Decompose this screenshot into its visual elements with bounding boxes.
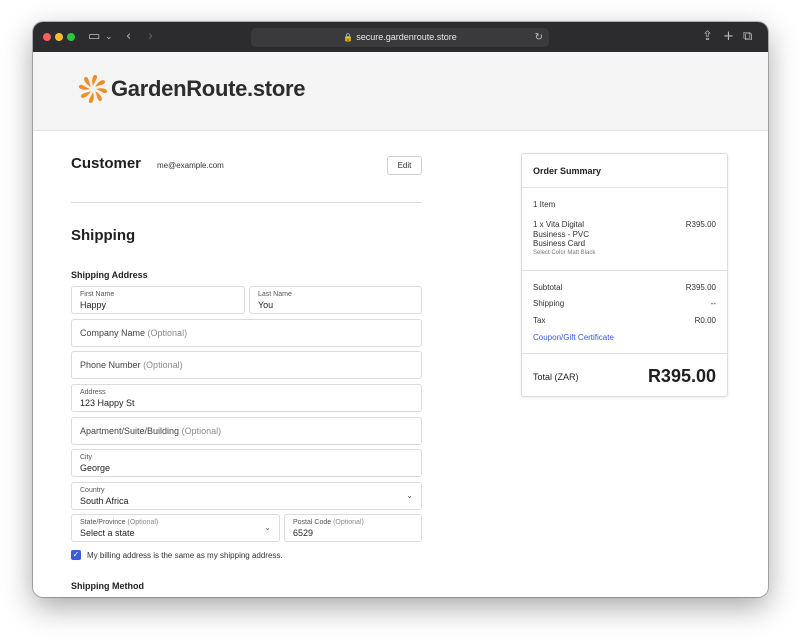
item-price: R395.00 [685,220,716,229]
billing-same-checkbox[interactable]: ✓ [71,550,81,560]
city-value: George [80,463,111,473]
url-text: secure.gardenroute.store [356,32,457,42]
new-tab-icon[interactable]: + [723,28,734,46]
item-name: 1 x Vita Digital Business - PVC Business… [533,220,590,248]
item-count: 1 Item [533,200,556,209]
lock-icon: 🔒 [343,33,354,42]
first-name-value: Happy [80,300,107,310]
browser-window: ▭ ⌄ ‹ › 🔒 secure.gardenroute.store ↻ ⇪ + … [33,22,768,597]
country-select[interactable]: Country South Africa ⌄ [71,482,422,510]
order-summary-heading: Order Summary [533,166,602,176]
tabs-overview-icon[interactable]: ⧉ [743,28,752,46]
browser-titlebar: ▭ ⌄ ‹ › 🔒 secure.gardenroute.store ↻ ⇪ + … [33,22,768,52]
country-value: South Africa [80,496,129,506]
postal-code-field[interactable]: Postal Code (Optional) 6529 [284,514,422,542]
store-name: GardenRoute.store [111,76,306,101]
address-bar[interactable]: 🔒 secure.gardenroute.store ↻ [251,28,549,47]
total-label: Total (ZAR) [533,372,579,382]
customer-heading: Customer [71,155,142,172]
subtotal-value: R395.00 [685,283,716,292]
minimize-window-button[interactable] [55,33,63,41]
chevron-down-icon: ⌄ [406,491,413,500]
item-option: Select Color Matt Black [533,250,596,256]
last-name-field[interactable]: Last Name You [249,286,422,314]
company-name-field[interactable]: Company Name (Optional) [71,319,422,347]
summary-divider [522,187,727,188]
shipping-address-heading: Shipping Address [71,270,148,280]
reload-icon[interactable]: ↻ [535,28,543,47]
address-field[interactable]: Address 123 Happy St [71,384,422,412]
edit-customer-button[interactable]: Edit [387,156,422,175]
address-value: 123 Happy St [80,398,135,408]
phone-number-field[interactable]: Phone Number (Optional) [71,351,422,379]
subtotal-label: Subtotal [533,283,563,292]
apartment-placeholder: Apartment/Suite/Building (Optional) [80,426,222,436]
first-name-field[interactable]: First Name Happy [71,286,245,314]
coupon-link[interactable]: Coupon/Gift Certificate [533,333,614,342]
store-header: GardenRoute.store [33,52,768,131]
company-name-placeholder: Company Name (Optional) [80,328,188,338]
section-divider [71,202,422,203]
flower-logo-icon [78,74,108,104]
shipping-cost-value: -- [710,299,716,308]
postal-code-value: 6529 [293,528,314,538]
checkmark-icon: ✓ [72,550,80,559]
order-summary-panel: Order Summary 1 Item 1 x Vita Digital Bu… [521,153,728,397]
apartment-field[interactable]: Apartment/Suite/Building (Optional) [71,417,422,445]
address-label: Address [80,389,106,396]
city-field[interactable]: City George [71,449,422,477]
last-name-label: Last Name [258,291,292,298]
postal-code-label: Postal Code (Optional) [293,519,364,526]
phone-number-placeholder: Phone Number (Optional) [80,360,183,370]
billing-same-label[interactable]: My billing address is the same as my shi… [87,551,283,560]
summary-divider [522,270,727,271]
first-name-label: First Name [80,291,115,298]
maximize-window-button[interactable] [67,33,75,41]
state-select[interactable]: State/Province (Optional) Select a state… [71,514,280,542]
forward-icon[interactable]: › [148,28,153,46]
close-window-button[interactable] [43,33,51,41]
summary-divider [522,353,727,354]
tax-label: Tax [533,316,546,325]
state-label: State/Province (Optional) [80,519,159,526]
last-name-value: You [258,300,274,310]
city-label: City [80,454,93,461]
total-value: R395.00 [647,366,716,386]
chevron-down-icon: ⌄ [264,523,271,532]
chevron-down-icon[interactable]: ⌄ [105,28,113,46]
shipping-heading: Shipping [71,227,136,244]
back-icon[interactable]: ‹ [126,28,131,46]
share-icon[interactable]: ⇪ [702,28,713,46]
store-logo[interactable]: GardenRoute.store [78,74,305,104]
customer-email: me@example.com [157,161,224,170]
country-label: Country [80,487,105,494]
state-value: Select a state [80,528,135,538]
tax-value: R0.00 [694,316,716,325]
sidebar-icon[interactable]: ▭ [88,28,100,46]
shipping-method-heading: Shipping Method [71,581,144,591]
shipping-cost-label: Shipping [533,299,565,308]
